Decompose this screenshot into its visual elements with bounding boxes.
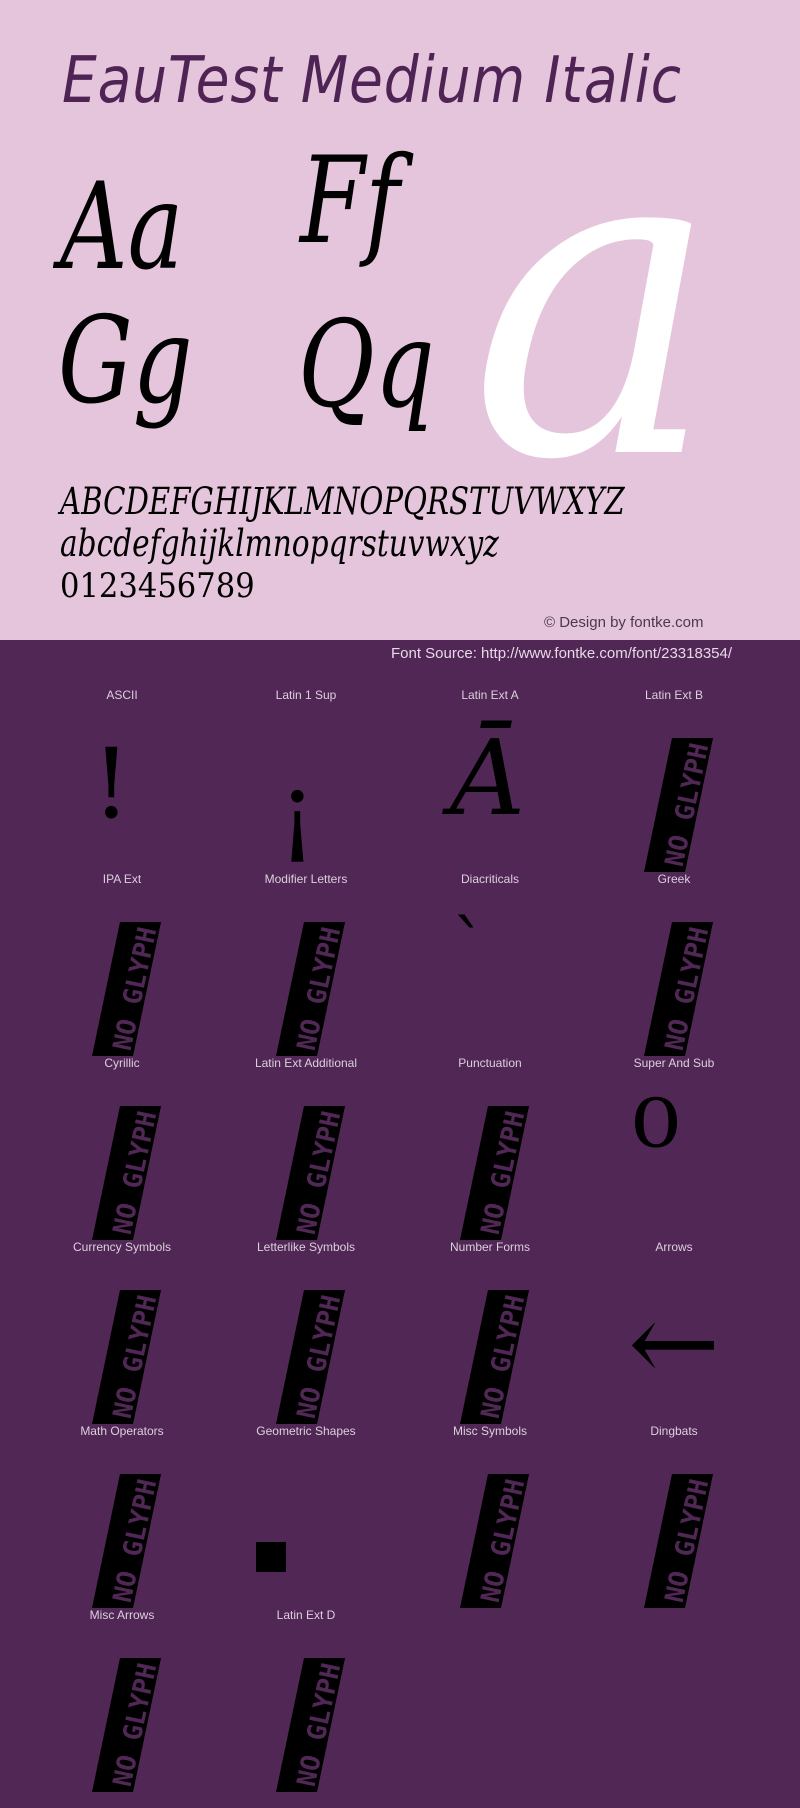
glyph-preview: NO GLYPH bbox=[398, 1270, 582, 1424]
unicode-block-cell: Number Forms NO GLYPH bbox=[398, 1240, 582, 1424]
unicode-block-cell: Misc Arrows NO GLYPH bbox=[30, 1608, 214, 1792]
unicode-block-label: Letterlike Symbols bbox=[256, 1240, 356, 1254]
sample-pair-gg: Gg bbox=[58, 292, 193, 431]
unicode-block-cell: Arrows ← bbox=[582, 1240, 766, 1424]
glyph-char: Ā bbox=[450, 717, 526, 839]
digits: 0123456789 bbox=[60, 566, 255, 606]
glyph-preview: NO GLYPH bbox=[30, 902, 214, 1056]
no-glyph-icon: NO GLYPH bbox=[276, 922, 345, 1056]
glyph-preview: NO GLYPH bbox=[214, 902, 398, 1056]
glyph-preview: NO GLYPH bbox=[30, 1638, 214, 1792]
unicode-block-label: Math Operators bbox=[80, 1424, 164, 1438]
glyph-preview: ⁰ bbox=[582, 1086, 766, 1236]
unicode-block-label: Latin 1 Sup bbox=[275, 688, 337, 702]
unicode-block-label: Misc Symbols bbox=[452, 1424, 527, 1438]
sample-pair-aa: Aa bbox=[60, 158, 184, 297]
unicode-block-cell: Diacriticals ` bbox=[398, 872, 582, 1056]
unicode-block-cell: Geometric Shapes bbox=[214, 1424, 398, 1608]
uppercase-alphabet: ABCDEFGHIJKLMNOPQRSTUVWXYZ bbox=[60, 480, 625, 523]
glyph-preview: NO GLYPH bbox=[582, 718, 766, 872]
hero-glyph: a bbox=[470, 44, 720, 556]
no-glyph-icon: NO GLYPH bbox=[460, 1474, 529, 1608]
no-glyph-icon: NO GLYPH bbox=[92, 1290, 161, 1424]
glyph-preview: NO GLYPH bbox=[30, 1454, 214, 1608]
unicode-block-label: Latin Ext A bbox=[461, 688, 519, 702]
no-glyph-icon: NO GLYPH bbox=[460, 1290, 529, 1424]
font-preview-panel: EauTest Medium Italic Aa Ff Gg Qq a ABCD… bbox=[0, 0, 800, 640]
no-glyph-icon: NO GLYPH bbox=[276, 1106, 345, 1240]
unicode-block-label: Misc Arrows bbox=[89, 1608, 155, 1622]
no-glyph-icon: NO GLYPH bbox=[644, 738, 713, 872]
unicode-block-label: Latin Ext D bbox=[276, 1608, 336, 1622]
unicode-block-label: Geometric Shapes bbox=[256, 1424, 356, 1438]
square-glyph bbox=[256, 1542, 286, 1572]
glyph-preview: Ā bbox=[398, 718, 582, 868]
unicode-block-cell: Latin Ext Additional NO GLYPH bbox=[214, 1056, 398, 1240]
unicode-block-cell: Letterlike Symbols NO GLYPH bbox=[214, 1240, 398, 1424]
glyph-preview: NO GLYPH bbox=[398, 1454, 582, 1608]
glyph-preview: NO GLYPH bbox=[30, 1270, 214, 1424]
glyph-char: ⁰ bbox=[632, 1076, 681, 1215]
no-glyph-icon: NO GLYPH bbox=[644, 1474, 713, 1608]
unicode-block-cell: Latin 1 Sup ¡ bbox=[214, 688, 398, 872]
sample-pair-qq: Qq bbox=[298, 296, 435, 435]
unicode-block-label: ASCII bbox=[106, 688, 138, 702]
no-glyph-icon: NO GLYPH bbox=[276, 1658, 345, 1792]
glyph-char: ! bbox=[92, 728, 131, 840]
glyph-char: ` bbox=[452, 906, 487, 988]
glyph-preview: NO GLYPH bbox=[214, 1270, 398, 1424]
sample-pair-ff: Ff bbox=[300, 132, 400, 271]
unicode-block-cell: Modifier Letters NO GLYPH bbox=[214, 872, 398, 1056]
unicode-block-label: IPA Ext bbox=[102, 872, 142, 886]
unicode-block-label: Currency Symbols bbox=[72, 1240, 172, 1254]
no-glyph-icon: NO GLYPH bbox=[644, 922, 713, 1056]
unicode-block-cell: Greek NO GLYPH bbox=[582, 872, 766, 1056]
glyph-char: ← bbox=[628, 1279, 721, 1407]
unicode-block-cell: Punctuation NO GLYPH bbox=[398, 1056, 582, 1240]
no-glyph-icon: NO GLYPH bbox=[92, 1658, 161, 1792]
unicode-block-cell: Currency Symbols NO GLYPH bbox=[30, 1240, 214, 1424]
glyph-preview: NO GLYPH bbox=[398, 1086, 582, 1240]
glyph-preview: NO GLYPH bbox=[214, 1086, 398, 1240]
unicode-block-label: Number Forms bbox=[449, 1240, 530, 1254]
no-glyph-icon: NO GLYPH bbox=[92, 1474, 161, 1608]
unicode-block-cell: Latin Ext A Ā bbox=[398, 688, 582, 872]
unicode-block-label: Dingbats bbox=[650, 1424, 698, 1438]
unicode-block-cell: Latin Ext D NO GLYPH bbox=[214, 1608, 398, 1792]
no-glyph-icon: NO GLYPH bbox=[460, 1106, 529, 1240]
no-glyph-icon: NO GLYPH bbox=[276, 1290, 345, 1424]
unicode-block-cell: Dingbats NO GLYPH bbox=[582, 1424, 766, 1608]
unicode-block-label: Super And Sub bbox=[633, 1056, 715, 1070]
unicode-block-cell: Math Operators NO GLYPH bbox=[30, 1424, 214, 1608]
no-glyph-icon: NO GLYPH bbox=[92, 1106, 161, 1240]
unicode-block-label: Diacriticals bbox=[460, 872, 519, 886]
glyph-preview: NO GLYPH bbox=[214, 1638, 398, 1792]
glyph-char: ¡ bbox=[278, 755, 317, 867]
unicode-block-label: Punctuation bbox=[458, 1056, 522, 1070]
unicode-block-cell: Misc Symbols NO GLYPH bbox=[398, 1424, 582, 1608]
unicode-block-cell: Super And Sub ⁰ bbox=[582, 1056, 766, 1240]
unicode-block-cell: ASCII! bbox=[30, 688, 214, 872]
unicode-block-label: Greek bbox=[657, 872, 691, 886]
glyph-preview bbox=[214, 1454, 398, 1604]
unicode-block-label: Latin Ext B bbox=[644, 688, 704, 702]
glyph-preview: ¡ bbox=[214, 718, 398, 868]
unicode-block-cell: IPA Ext NO GLYPH bbox=[30, 872, 214, 1056]
unicode-block-label: Arrows bbox=[655, 1240, 693, 1254]
glyph-preview: ← bbox=[582, 1270, 766, 1420]
unicode-block-label: Cyrillic bbox=[104, 1056, 140, 1070]
glyph-preview: NO GLYPH bbox=[30, 1086, 214, 1240]
no-glyph-icon: NO GLYPH bbox=[92, 922, 161, 1056]
design-credit: © Design by fontke.com bbox=[544, 614, 704, 631]
unicode-block-cell: Cyrillic NO GLYPH bbox=[30, 1056, 214, 1240]
unicode-block-label: Modifier Letters bbox=[264, 872, 348, 886]
unicode-block-cell: Latin Ext B NO GLYPH bbox=[582, 688, 766, 872]
glyph-preview: NO GLYPH bbox=[582, 1454, 766, 1608]
glyph-preview: ! bbox=[30, 718, 214, 868]
glyph-preview: NO GLYPH bbox=[582, 902, 766, 1056]
lowercase-alphabet: abcdefghijklmnopqrstuvwxyz bbox=[60, 522, 499, 565]
font-source-link[interactable]: Font Source: http://www.fontke.com/font/… bbox=[391, 645, 732, 662]
glyph-preview: ` bbox=[398, 902, 582, 1052]
unicode-block-label: Latin Ext Additional bbox=[254, 1056, 358, 1070]
